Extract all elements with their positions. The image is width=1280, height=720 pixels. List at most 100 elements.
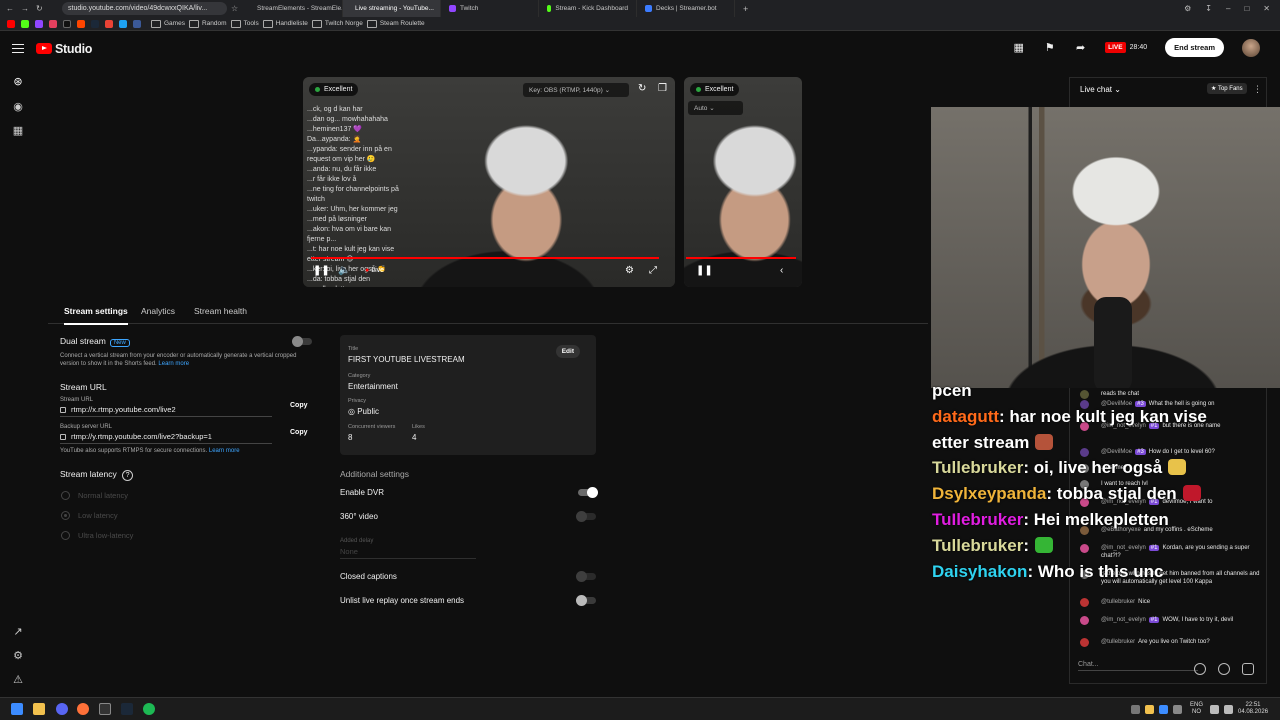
bookmark-star-icon[interactable]: ☆ [231, 4, 241, 13]
copy-stream-url-button[interactable]: Copy [290, 402, 308, 409]
bookmark-folder[interactable]: Handleliste [263, 20, 308, 28]
dual-stream-learn-more[interactable]: Learn more [158, 361, 189, 367]
volume-icon[interactable] [1224, 705, 1233, 714]
copy-backup-url-button[interactable]: Copy [290, 429, 308, 436]
collapse-icon[interactable]: ‹ [780, 265, 783, 276]
firefox-icon[interactable] [77, 703, 89, 715]
language-indicator[interactable]: ENG NO [1190, 702, 1203, 716]
facebook-bookmark-icon[interactable] [133, 19, 141, 28]
calendar-manage-icon[interactable]: ▦ [11, 124, 25, 138]
bookmark-folder[interactable]: Tools [231, 20, 259, 28]
back-icon[interactable]: ← [6, 4, 14, 13]
vertical-select[interactable]: Auto ⌄ [688, 101, 743, 115]
download-icon[interactable]: ↧ [1205, 4, 1212, 13]
maximize-icon[interactable]: □ [1244, 4, 1249, 13]
browser-tab[interactable]: StreamElements - StreamEle... [245, 0, 343, 17]
chat-username[interactable]: @im_not_evelyn [1101, 545, 1146, 551]
tray-app2-icon[interactable] [1159, 705, 1168, 714]
tray-app3-icon[interactable] [1173, 705, 1182, 714]
chat-more-icon[interactable]: ⋮ [1253, 84, 1262, 95]
browser-tab[interactable]: Decks | Streamer.bot [637, 0, 735, 17]
copy-icon[interactable]: ❐ [658, 83, 667, 94]
help-icon[interactable]: ? [122, 470, 134, 481]
forward-icon[interactable]: → [21, 4, 29, 13]
spotify-icon[interactable] [143, 703, 155, 715]
chat-username[interactable]: @tullebruker [1101, 599, 1135, 605]
refresh-icon[interactable]: ↻ [638, 83, 646, 94]
account-avatar[interactable] [1242, 38, 1260, 57]
heart-icon[interactable] [1242, 663, 1254, 675]
vertical-progress[interactable] [686, 257, 796, 259]
steam-bookmark-icon[interactable] [91, 19, 99, 28]
youtube-bookmark-icon[interactable] [7, 19, 15, 28]
bookmark-folder[interactable]: Games [151, 20, 185, 28]
chat-input[interactable]: Chat... [1078, 661, 1198, 671]
mute-icon[interactable]: 🔈 [338, 265, 350, 276]
kick-bookmark-icon[interactable] [21, 19, 29, 28]
streamerbot-icon[interactable] [99, 703, 111, 715]
tiktok-bookmark-icon[interactable] [63, 19, 71, 28]
enable-dvr-toggle[interactable] [578, 487, 598, 498]
reload-icon[interactable]: ↻ [36, 4, 43, 13]
network-icon[interactable] [1210, 705, 1219, 714]
feedback-icon[interactable]: ⚠ [11, 673, 25, 687]
add-icon[interactable] [1218, 663, 1230, 675]
instagram-bookmark-icon[interactable] [49, 19, 57, 28]
tab-stream-health[interactable]: Stream health [194, 306, 247, 316]
bookmark-folder[interactable]: Steam Roulette [367, 20, 425, 28]
minimize-icon[interactable]: – [1226, 4, 1230, 13]
gmail-bookmark-icon[interactable] [105, 19, 113, 28]
closed-captions-toggle[interactable] [576, 571, 596, 582]
unlist-replay-toggle[interactable] [576, 595, 596, 606]
camera-icon[interactable]: ◉ [11, 100, 25, 114]
calendar-icon[interactable]: ▦ [1012, 41, 1025, 54]
pause-icon[interactable]: ❚❚ [313, 265, 330, 276]
file-explorer-icon[interactable] [33, 703, 45, 715]
address-bar[interactable]: studio.youtube.com/video/49dcwxxQIKA/liv… [62, 2, 227, 15]
dual-stream-toggle[interactable] [292, 336, 312, 347]
reddit-bookmark-icon[interactable] [77, 19, 85, 28]
settings-icon[interactable]: ⚙ [11, 649, 25, 663]
vertical-stream-preview[interactable]: Excellent Auto ⌄ ❚❚ ‹ [684, 77, 802, 287]
fullscreen-icon[interactable]: ⤢ [649, 265, 657, 276]
video-360-toggle[interactable] [576, 511, 596, 522]
end-stream-button[interactable]: End stream [1165, 38, 1224, 57]
top-fans-button[interactable]: ★ Top Fans [1207, 83, 1247, 94]
start-icon[interactable] [11, 703, 23, 715]
twitch-bookmark-icon[interactable] [35, 19, 43, 28]
youtube-studio-logo[interactable]: Studio [36, 42, 92, 56]
live-chat-header[interactable]: Live chat ⌄ [1080, 85, 1121, 94]
menu-icon[interactable] [12, 44, 24, 53]
chat-username[interactable]: @im_not_evelyn [1101, 617, 1146, 623]
rtmps-learn-more[interactable]: Learn more [209, 448, 240, 454]
close-window-icon[interactable]: ✕ [1263, 4, 1270, 13]
tray-app-icon[interactable] [1145, 705, 1154, 714]
extensions-icon[interactable]: ⚙ [1184, 4, 1191, 13]
browser-tab[interactable]: Twitch [441, 0, 539, 17]
tab-analytics[interactable]: Analytics [141, 306, 175, 316]
player-settings-icon[interactable]: ⚙ [625, 265, 634, 276]
tab-stream-settings[interactable]: Stream settings [64, 306, 128, 325]
backup-url-field[interactable]: rtmp://y.rtmp.youtube.com/live2?backup=1 [60, 430, 272, 444]
bookmark-folder[interactable]: Random [189, 20, 227, 28]
stream-key-select[interactable]: Key: OBS (RTMP, 1440p) ⌄ [523, 83, 629, 97]
live-indicator[interactable]: ● Live [365, 267, 384, 274]
tray-chevron-icon[interactable] [1131, 705, 1140, 714]
new-tab-icon[interactable]: + [743, 4, 748, 14]
browser-tab[interactable]: Stream - Kick Dashboard [539, 0, 637, 17]
steam-icon[interactable] [121, 703, 133, 715]
stream-icon[interactable]: ⊛ [11, 75, 25, 89]
stream-url-field[interactable]: rtmp://x.rtmp.youtube.com/live2 [60, 403, 272, 417]
clock[interactable]: 22:51 04.08.2026 [1238, 702, 1268, 716]
emoji-icon[interactable] [1194, 663, 1206, 675]
vertical-pause-icon[interactable]: ❚❚ [696, 265, 713, 276]
share-icon[interactable]: ➦ [1074, 41, 1087, 54]
edit-button[interactable]: Edit [555, 345, 580, 358]
bookmark-folder[interactable]: Twitch Norge [312, 20, 363, 28]
chat-username[interactable]: @tullebruker [1101, 639, 1135, 645]
chat-username[interactable]: @DevilMoe [1101, 449, 1132, 455]
external-link-icon[interactable]: ↗ [11, 625, 25, 639]
browser-tab[interactable]: Live streaming - YouTube... [343, 0, 441, 17]
discord-icon[interactable] [56, 703, 68, 715]
x-bookmark-icon[interactable] [119, 19, 127, 28]
